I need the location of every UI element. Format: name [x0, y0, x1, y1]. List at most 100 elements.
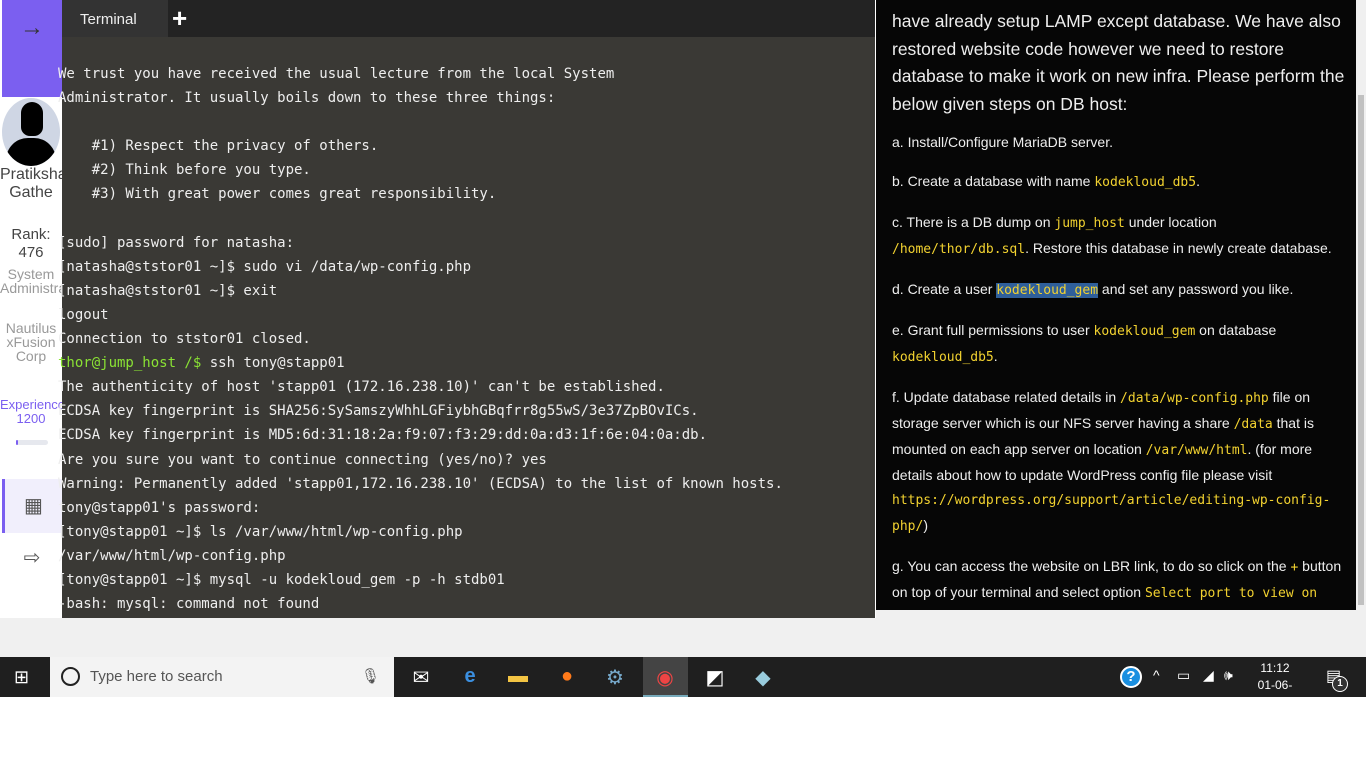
terminal-text: #3) With great power comes great respons… — [58, 186, 497, 203]
terminal-line: logout — [58, 303, 783, 327]
file-explorer-icon[interactable]: ▬ — [505, 665, 531, 689]
terminal-line: [tony@stapp01 ~]$ ls /var/www/html/wp-co… — [58, 520, 783, 544]
terminal-text: /var/www/html/wp-config.php — [58, 547, 286, 564]
task-step: f. Update database related details in /d… — [892, 385, 1347, 539]
dashboard-nav-button[interactable]: ▦ — [2, 479, 62, 533]
user-rank: Rank: 476 — [11, 226, 51, 261]
terminal-text: [natasha@ststor01 ~]$ sudo vi /data/wp-c… — [58, 258, 472, 275]
firefox-icon[interactable]: ● — [554, 665, 580, 689]
terminal-line: Administrator. It usually boils down to … — [58, 86, 783, 110]
logout-button[interactable]: ⇨ — [2, 545, 62, 581]
step-text: b. Create a database with name — [892, 173, 1095, 189]
code-snippet: kodekloud_gem — [996, 283, 1099, 298]
terminal-text: -bash: mysql: command not found — [58, 596, 320, 613]
step-text: e. Grant full permissions to user — [892, 322, 1094, 338]
sidebar: → Pratiksha Gathe Rank: 476 System Admin… — [0, 0, 83, 618]
task-step: a. Install/Configure MariaDB server. — [892, 130, 1347, 154]
code-snippet: /var/www/html — [1145, 443, 1248, 458]
step-text: f. Update database related details in — [892, 389, 1121, 405]
terminal-line: Connection to ststor01 closed. — [58, 327, 783, 351]
experience-progress-bar — [16, 440, 48, 445]
expand-sidebar-button[interactable]: → — [2, 0, 62, 97]
code-snippet: /data — [1233, 417, 1273, 432]
search-placeholder: Type here to search — [90, 668, 223, 685]
terminal-line: -bash: mysql: command not found — [58, 592, 783, 616]
microphone-icon[interactable]: 🎙 — [361, 667, 380, 685]
terminal-line: #2) Think before you type. — [58, 158, 783, 182]
terminal-line: #1) Respect the privacy of others. — [58, 134, 783, 158]
task-step: g. You can access the website on LBR lin… — [892, 554, 1347, 618]
step-text: on database — [1195, 322, 1277, 338]
terminal-text: [sudo] password for natasha: — [58, 234, 295, 251]
step-text: under location — [1124, 214, 1217, 230]
terminal-text: Warning: Permanently added 'stapp01,172.… — [58, 475, 783, 492]
network-app-icon[interactable]: ⚙ — [602, 665, 628, 689]
step-text: g. You can access the website on LBR lin… — [892, 558, 1291, 574]
code-snippet: kodekloud_gem — [1093, 324, 1196, 339]
battery-icon[interactable]: ▭ — [1177, 667, 1190, 684]
chevron-up-icon[interactable]: ^ — [1153, 667, 1160, 683]
terminal-text: ECDSA key fingerprint is SHA256:SySamszy… — [58, 403, 699, 420]
terminal-line: Are you sure you want to continue connec… — [58, 448, 783, 472]
code-snippet: https://wordpress.org/support/article/ed… — [892, 493, 1331, 534]
terminal-text: Administrator. It usually boils down to … — [58, 90, 556, 107]
task-intro: have already setup LAMP except database.… — [892, 11, 1345, 114]
terminal-text: #2) Think before you type. — [58, 162, 311, 179]
terminal-line: /var/www/html/wp-config.php — [58, 544, 783, 568]
notepad-icon[interactable]: ◆ — [750, 665, 776, 689]
time: 11:12 — [1260, 661, 1290, 675]
terminal-text: [tony@stapp01 ~]$ mysql -u kodekloud_gem… — [58, 571, 505, 588]
cortana-icon — [61, 667, 80, 686]
step-text: c. There is a DB dump on — [892, 214, 1055, 230]
terminal-tab-bar: Terminal + — [62, 0, 875, 37]
dashboard-icon: ▦ — [24, 495, 43, 517]
user-name: Pratiksha Gathe — [0, 166, 67, 201]
terminal-line: #3) With great power comes great respons… — [58, 182, 783, 206]
volume-icon[interactable]: 🕪 — [1224, 667, 1233, 684]
step-text: ) — [923, 517, 928, 533]
terminal-output[interactable]: We trust you have received the usual lec… — [58, 62, 783, 616]
taskbar-search-box[interactable]: Type here to search 🎙 — [50, 657, 394, 697]
clock[interactable]: 11:12 01-06-2020 — [1250, 660, 1300, 711]
chrome-taskbar-button[interactable]: ◉ — [643, 657, 688, 697]
wifi-icon[interactable]: ◢ — [1203, 667, 1214, 684]
terminal-line: Warning: Permanently added 'stapp01,172.… — [58, 472, 783, 496]
vertical-scrollbar[interactable] — [1356, 0, 1366, 618]
step-text: d. Create a user — [892, 281, 997, 297]
user-experience: Experience: 1200 — [0, 397, 69, 426]
notification-count: 1 — [1332, 676, 1348, 692]
chrome-icon: ◉ — [656, 667, 674, 689]
terminal-text: ECDSA key fingerprint is MD5:6d:31:18:2a… — [58, 427, 708, 444]
task-step: e. Grant full permissions to user kodekl… — [892, 318, 1347, 370]
help-icon[interactable]: ? — [1120, 666, 1142, 688]
add-tab-button[interactable]: + — [172, 3, 187, 34]
terminal-line: The authenticity of host 'stapp01 (172.1… — [58, 375, 783, 399]
task-instructions-panel: have already setup LAMP except database.… — [876, 0, 1366, 618]
code-snippet: jump_host — [1054, 216, 1125, 231]
edge-icon[interactable]: e — [457, 665, 483, 689]
task-step: b. Create a database with name kodekloud… — [892, 169, 1347, 195]
terminal-text: logout — [58, 306, 109, 323]
terminal-line: ECDSA key fingerprint is SHA256:SySamszy… — [58, 399, 783, 423]
code-snippet: /data/wp-config.php — [1120, 391, 1269, 406]
tab-terminal[interactable]: Terminal — [62, 0, 168, 37]
terminal-text: tony@stapp01's password: — [58, 499, 261, 516]
user-role: System Administrator — [0, 266, 83, 296]
logout-icon: ⇨ — [23, 547, 41, 569]
terminal-text: #1) Respect the privacy of others. — [58, 138, 379, 155]
code-snippet: kodekloud_db5 — [892, 350, 994, 365]
terminal-line: [natasha@ststor01 ~]$ exit — [58, 279, 783, 303]
terminal-line: [natasha@ststor01 ~]$ sudo vi /data/wp-c… — [58, 255, 783, 279]
notification-center-icon[interactable]: ▤ 1 — [1326, 666, 1348, 692]
horizontal-scrollbar[interactable] — [876, 610, 1366, 618]
mail-icon[interactable]: ✉ — [408, 665, 434, 689]
terminal-text: Are you sure you want to continue connec… — [58, 451, 547, 468]
terminal-line: ECDSA key fingerprint is MD5:6d:31:18:2a… — [58, 423, 783, 447]
terminal-text: [natasha@ststor01 ~]$ exit — [58, 282, 278, 299]
sticky-notes-icon[interactable]: ◩ — [702, 665, 728, 689]
date: 01-06-2020 — [1257, 678, 1293, 709]
windows-start-icon[interactable]: ⊞ — [14, 667, 29, 688]
page-background — [0, 618, 1366, 657]
terminal-panel[interactable]: Terminal + We trust you have received th… — [58, 0, 875, 618]
